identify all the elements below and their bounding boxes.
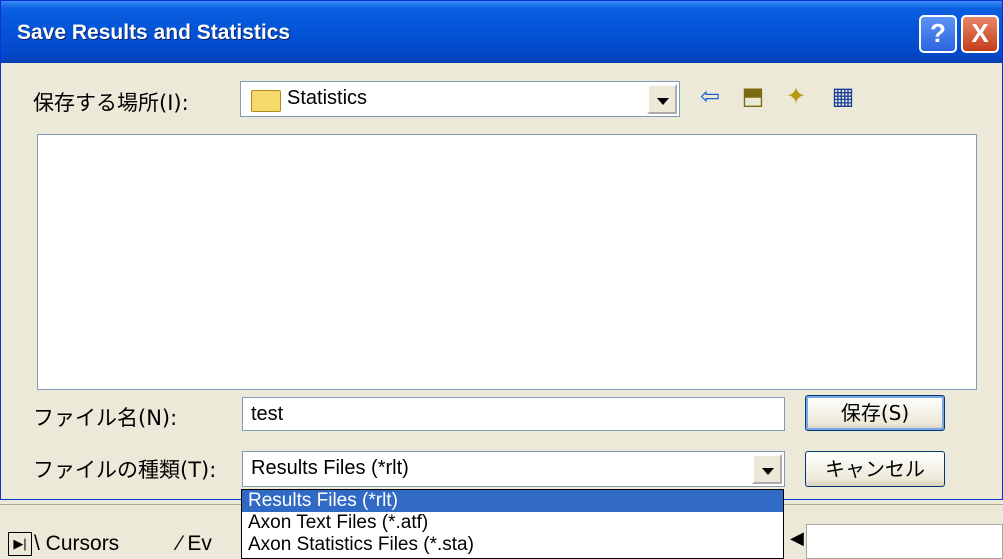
title-bar[interactable]: Save Results and Statistics ? X [1, 1, 1002, 63]
chevron-down-icon[interactable] [752, 454, 782, 484]
new-folder-icon[interactable]: ✦ [780, 80, 812, 112]
tab-cursors[interactable]: \ Cursors [34, 532, 119, 556]
filename-input[interactable]: test [242, 397, 785, 431]
dropdown-option[interactable]: Results Files (*rlt) [242, 490, 783, 512]
file-list[interactable] [37, 134, 977, 390]
chevron-down-icon[interactable] [647, 84, 677, 114]
filename-value: test [251, 403, 284, 425]
cancel-button[interactable]: キャンセル [805, 451, 945, 487]
filetype-combo[interactable]: Results Files (*rlt) [242, 451, 785, 487]
dialog-title: Save Results and Statistics [17, 21, 291, 44]
folder-icon [251, 90, 281, 112]
tab-strip: ▶| \ Cursors ⁄ Ev [0, 528, 240, 559]
location-value: Statistics [287, 87, 368, 109]
up-folder-icon[interactable]: ⬒ [737, 80, 769, 112]
location-label: 保存する場所(I): [33, 91, 189, 115]
status-field [806, 524, 1003, 559]
scroll-left-icon[interactable]: ◀ [790, 528, 804, 552]
dropdown-option[interactable]: Axon Statistics Files (*.sta) [242, 534, 783, 556]
filetype-label: ファイルの種類(T): [33, 458, 217, 482]
close-button[interactable]: X [961, 15, 999, 53]
tab-nav-icon[interactable]: ▶| [8, 532, 32, 556]
location-combo[interactable]: Statistics [240, 81, 680, 117]
help-button[interactable]: ? [919, 15, 957, 53]
back-icon[interactable]: ⇦ [694, 80, 726, 112]
tab-events[interactable]: ⁄ Ev [178, 532, 212, 556]
save-button[interactable]: 保存(S) [805, 395, 945, 431]
filetype-value: Results Files (*rlt) [251, 457, 409, 479]
dropdown-option[interactable]: Axon Text Files (*.atf) [242, 512, 783, 534]
filename-label: ファイル名(N): [33, 406, 178, 430]
save-dialog: Save Results and Statistics ? X 保存する場所(I… [0, 0, 1003, 500]
view-menu-icon[interactable]: ▦ [827, 80, 859, 112]
filetype-dropdown-list[interactable]: Results Files (*rlt) Axon Text Files (*.… [241, 489, 784, 559]
